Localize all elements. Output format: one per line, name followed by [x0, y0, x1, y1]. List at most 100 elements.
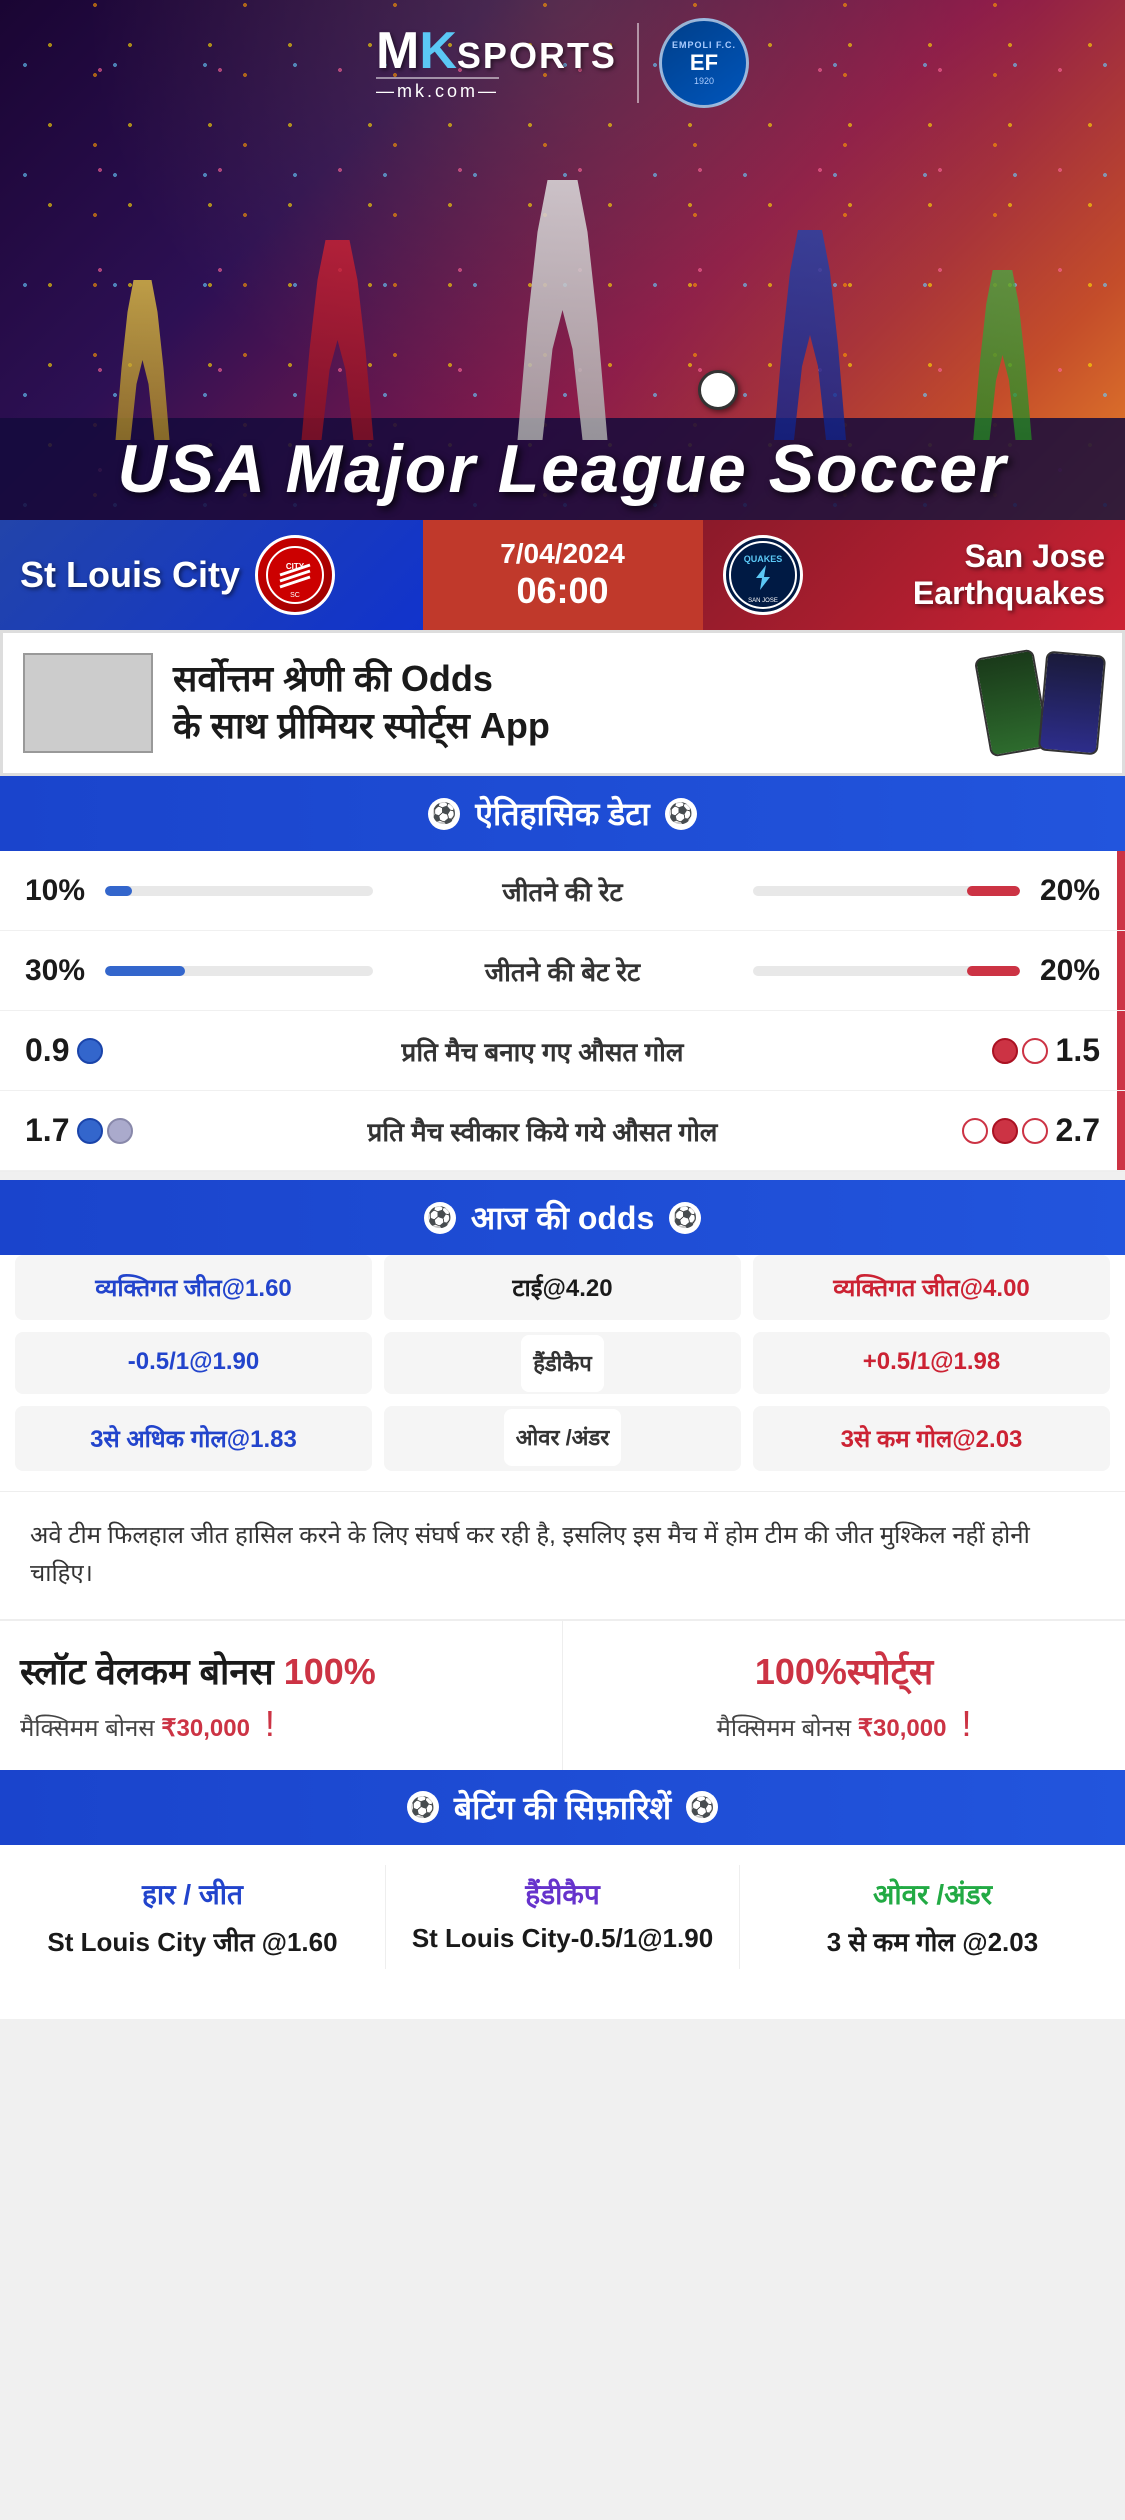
empoli-ef: EF — [690, 50, 718, 76]
bonus-left-pct: 100% — [284, 1651, 376, 1692]
historical-header: ⚽ ऐतिहासिक डेटा ⚽ — [0, 776, 1125, 851]
odds-tie-center[interactable]: टाई@4.20 — [384, 1255, 741, 1320]
bonus-right-subtitle: मैक्सिमम बोनस ₹30,000 ! — [583, 1703, 1105, 1745]
stat-row-goals-conceded: 1.7 प्रति मैच स्वीकार किये गये औसत गोल 2… — [0, 1091, 1125, 1171]
bonus-left-title: स्लॉट वेलकम बोनस 100% — [20, 1646, 542, 1695]
odds-win-left[interactable]: व्यक्तिगत जीत@1.60 — [15, 1255, 372, 1320]
stat-bar-left-fill-1 — [105, 966, 185, 976]
goals-center-label-0: प्रति मैच बनाए गए औसत गोल — [145, 1033, 940, 1069]
logo-bar: M K SPORTS —mk.com— EMPOLI F.C. EF 1920 — [376, 0, 749, 108]
goals-right-val-1: 2.7 — [1056, 1112, 1100, 1149]
match-time: 06:00 — [516, 570, 608, 612]
ball-icon-left: ⚽ — [428, 798, 460, 830]
empoli-year: 1920 — [694, 76, 714, 86]
match-center: 7/04/2024 06:00 — [423, 520, 703, 630]
betting-rec-section: हार / जीत St Louis City जीत @1.60 हैंडीक… — [0, 1845, 1125, 1989]
logo-k: K — [419, 25, 457, 77]
player-far-left — [113, 280, 173, 440]
goals-left-val-1: 1.7 — [25, 1112, 69, 1149]
logo-domain: —mk.com— — [376, 77, 499, 102]
stat-goals-right-1: 2.7 — [940, 1112, 1100, 1149]
player-left — [298, 240, 378, 440]
stat-bar-right-0 — [753, 886, 1021, 896]
empoli-name: EMPOLI F.C. — [672, 40, 736, 50]
player-far-right — [970, 270, 1035, 440]
soccer-ball-hero — [698, 370, 738, 410]
stat-bar-right-fill-0 — [967, 886, 1021, 896]
rec-label-2: हैंडीकैप — [396, 1875, 729, 1913]
bonus-left-subtitle-text: मैक्सिमम बोनस — [20, 1715, 161, 1742]
svg-text:QUAKES: QUAKES — [743, 554, 782, 564]
bonus-left-subtitle: मैक्सिमम बोनस ₹30,000 ! — [20, 1703, 542, 1745]
odds-win-right-val: व्यक्तिगत जीत@4.00 — [833, 1275, 1030, 1302]
bonus-right-amount: ₹30,000 — [858, 1715, 947, 1742]
betting-rec-grid: हार / जीत St Louis City जीत @1.60 हैंडीक… — [0, 1845, 1125, 1989]
goal-balls-right-1 — [962, 1118, 1048, 1144]
goals-center-label-1: प्रति मैच स्वीकार किये गये औसत गोल — [145, 1113, 940, 1149]
player-right — [770, 230, 850, 440]
odds-handicap-left-val: -0.5/1@1.90 — [128, 1348, 259, 1375]
goal-balls-left-0 — [77, 1038, 103, 1064]
odds-handicap-label: हैंडीकैप — [521, 1335, 604, 1392]
stat-bar-right-1 — [753, 966, 1021, 976]
goals-left-val-0: 0.9 — [25, 1032, 69, 1069]
ball-0-r2 — [1022, 1038, 1048, 1064]
phone-image-2 — [1038, 651, 1106, 756]
ball-0-l — [77, 1038, 103, 1064]
historical-header-text: ऐतिहासिक डेटा — [475, 792, 649, 835]
odds-over-right-val: 3से कम गोल@2.03 — [841, 1426, 1023, 1453]
rec-label-1: हार / जीत — [25, 1875, 360, 1913]
bonus-left[interactable]: स्लॉट वेलकम बोनस 100% मैक्सिमम बोनस ₹30,… — [0, 1621, 563, 1770]
stat-bar-right-fill-1 — [967, 966, 1021, 976]
ball-1-l1 — [77, 1118, 103, 1144]
rec-value-2: St Louis City-0.5/1@1.90 — [396, 1923, 729, 1954]
stat-row-bet-rate: 30% जीतने की बेट रेट 20% — [0, 931, 1125, 1011]
odds-handicap-right-val: +0.5/1@1.98 — [863, 1348, 1001, 1375]
ball-1-r1 — [962, 1118, 988, 1144]
odds-header-text: आज की odds — [471, 1196, 655, 1239]
goals-right-val-0: 1.5 — [1056, 1032, 1100, 1069]
odds-handicap-left[interactable]: -0.5/1@1.90 — [15, 1332, 372, 1394]
odds-over-left[interactable]: 3से अधिक गोल@1.83 — [15, 1406, 372, 1471]
historical-section: 10% जीतने की रेट 20% 30% जीतने की बेट रे… — [0, 851, 1125, 1172]
analysis-section: अवे टीम फिलहाल जीत हासिल करने के लिए संघ… — [0, 1491, 1125, 1619]
odds-win-right[interactable]: व्यक्तिगत जीत@4.00 — [753, 1255, 1110, 1320]
empoli-badge: EMPOLI F.C. EF 1920 — [659, 18, 749, 108]
odds-section: व्यक्तिगत जीत@1.60 टाई@4.20 व्यक्तिगत जी… — [0, 1255, 1125, 1491]
rec-value-1: St Louis City जीत @1.60 — [25, 1923, 360, 1959]
stat-goals-left-0: 0.9 — [25, 1032, 145, 1069]
mksports-logo: M K SPORTS —mk.com— — [376, 25, 617, 102]
promo-banner[interactable]: सर्वोत्तम श्रेणी की Odds के साथ प्रीमियर… — [0, 630, 1125, 776]
stat-left-pct-1: 30% — [25, 954, 105, 988]
rec-value-3: 3 से कम गोल @2.03 — [765, 1923, 1100, 1959]
team-right-badge: QUAKES SAN JOSE — [723, 535, 803, 615]
team-left-badge: CITY SC — [255, 535, 335, 615]
odds-over-right[interactable]: 3से कम गोल@2.03 — [753, 1406, 1110, 1471]
ball-0-r1 — [992, 1038, 1018, 1064]
bonus-right[interactable]: 100%स्पोर्ट्स मैक्सिमम बोनस ₹30,000 ! — [563, 1621, 1125, 1770]
ball-icon-right: ⚽ — [665, 798, 697, 830]
rec-cell-2: हैंडीकैप St Louis City-0.5/1@1.90 — [385, 1865, 740, 1969]
odds-handicap-right[interactable]: +0.5/1@1.98 — [753, 1332, 1110, 1394]
bonus-section[interactable]: स्लॉट वेलकम बोनस 100% मैक्सिमम बोनस ₹30,… — [0, 1619, 1125, 1770]
rec-cell-1: हार / जीत St Louis City जीत @1.60 — [15, 1865, 370, 1969]
stat-right-pct-0: 20% — [1020, 874, 1100, 908]
bonus-right-subtitle-text: मैक्सिमम बोनस — [717, 1715, 858, 1742]
bonus-left-amount: ₹30,000 — [161, 1715, 250, 1742]
ball-icon-odds-left: ⚽ — [424, 1202, 456, 1234]
logo-m: M — [376, 25, 419, 77]
bonus-left-exclaim: ! — [255, 1703, 275, 1744]
logo-sports: SPORTS — [457, 35, 617, 77]
odds-tie-val: टाई@4.20 — [512, 1275, 612, 1302]
hero-title: USA Major League Soccer — [20, 430, 1105, 508]
ball-1-r3 — [1022, 1118, 1048, 1144]
quakes-badge-svg: QUAKES SAN JOSE — [728, 540, 798, 610]
ball-icon-rec-right: ⚽ — [686, 1791, 718, 1823]
team-right-section: QUAKES SAN JOSE San Jose Earthquakes — [703, 520, 1125, 630]
team-right-name: San Jose Earthquakes — [818, 538, 1106, 612]
goal-balls-left-1 — [77, 1118, 133, 1144]
promo-text: सर्वोत्तम श्रेणी की Odds के साथ प्रीमियर… — [173, 656, 902, 750]
bottom-pad — [0, 1989, 1125, 2019]
stat-right-pct-1: 20% — [1020, 954, 1100, 988]
ball-1-r2 — [992, 1118, 1018, 1144]
